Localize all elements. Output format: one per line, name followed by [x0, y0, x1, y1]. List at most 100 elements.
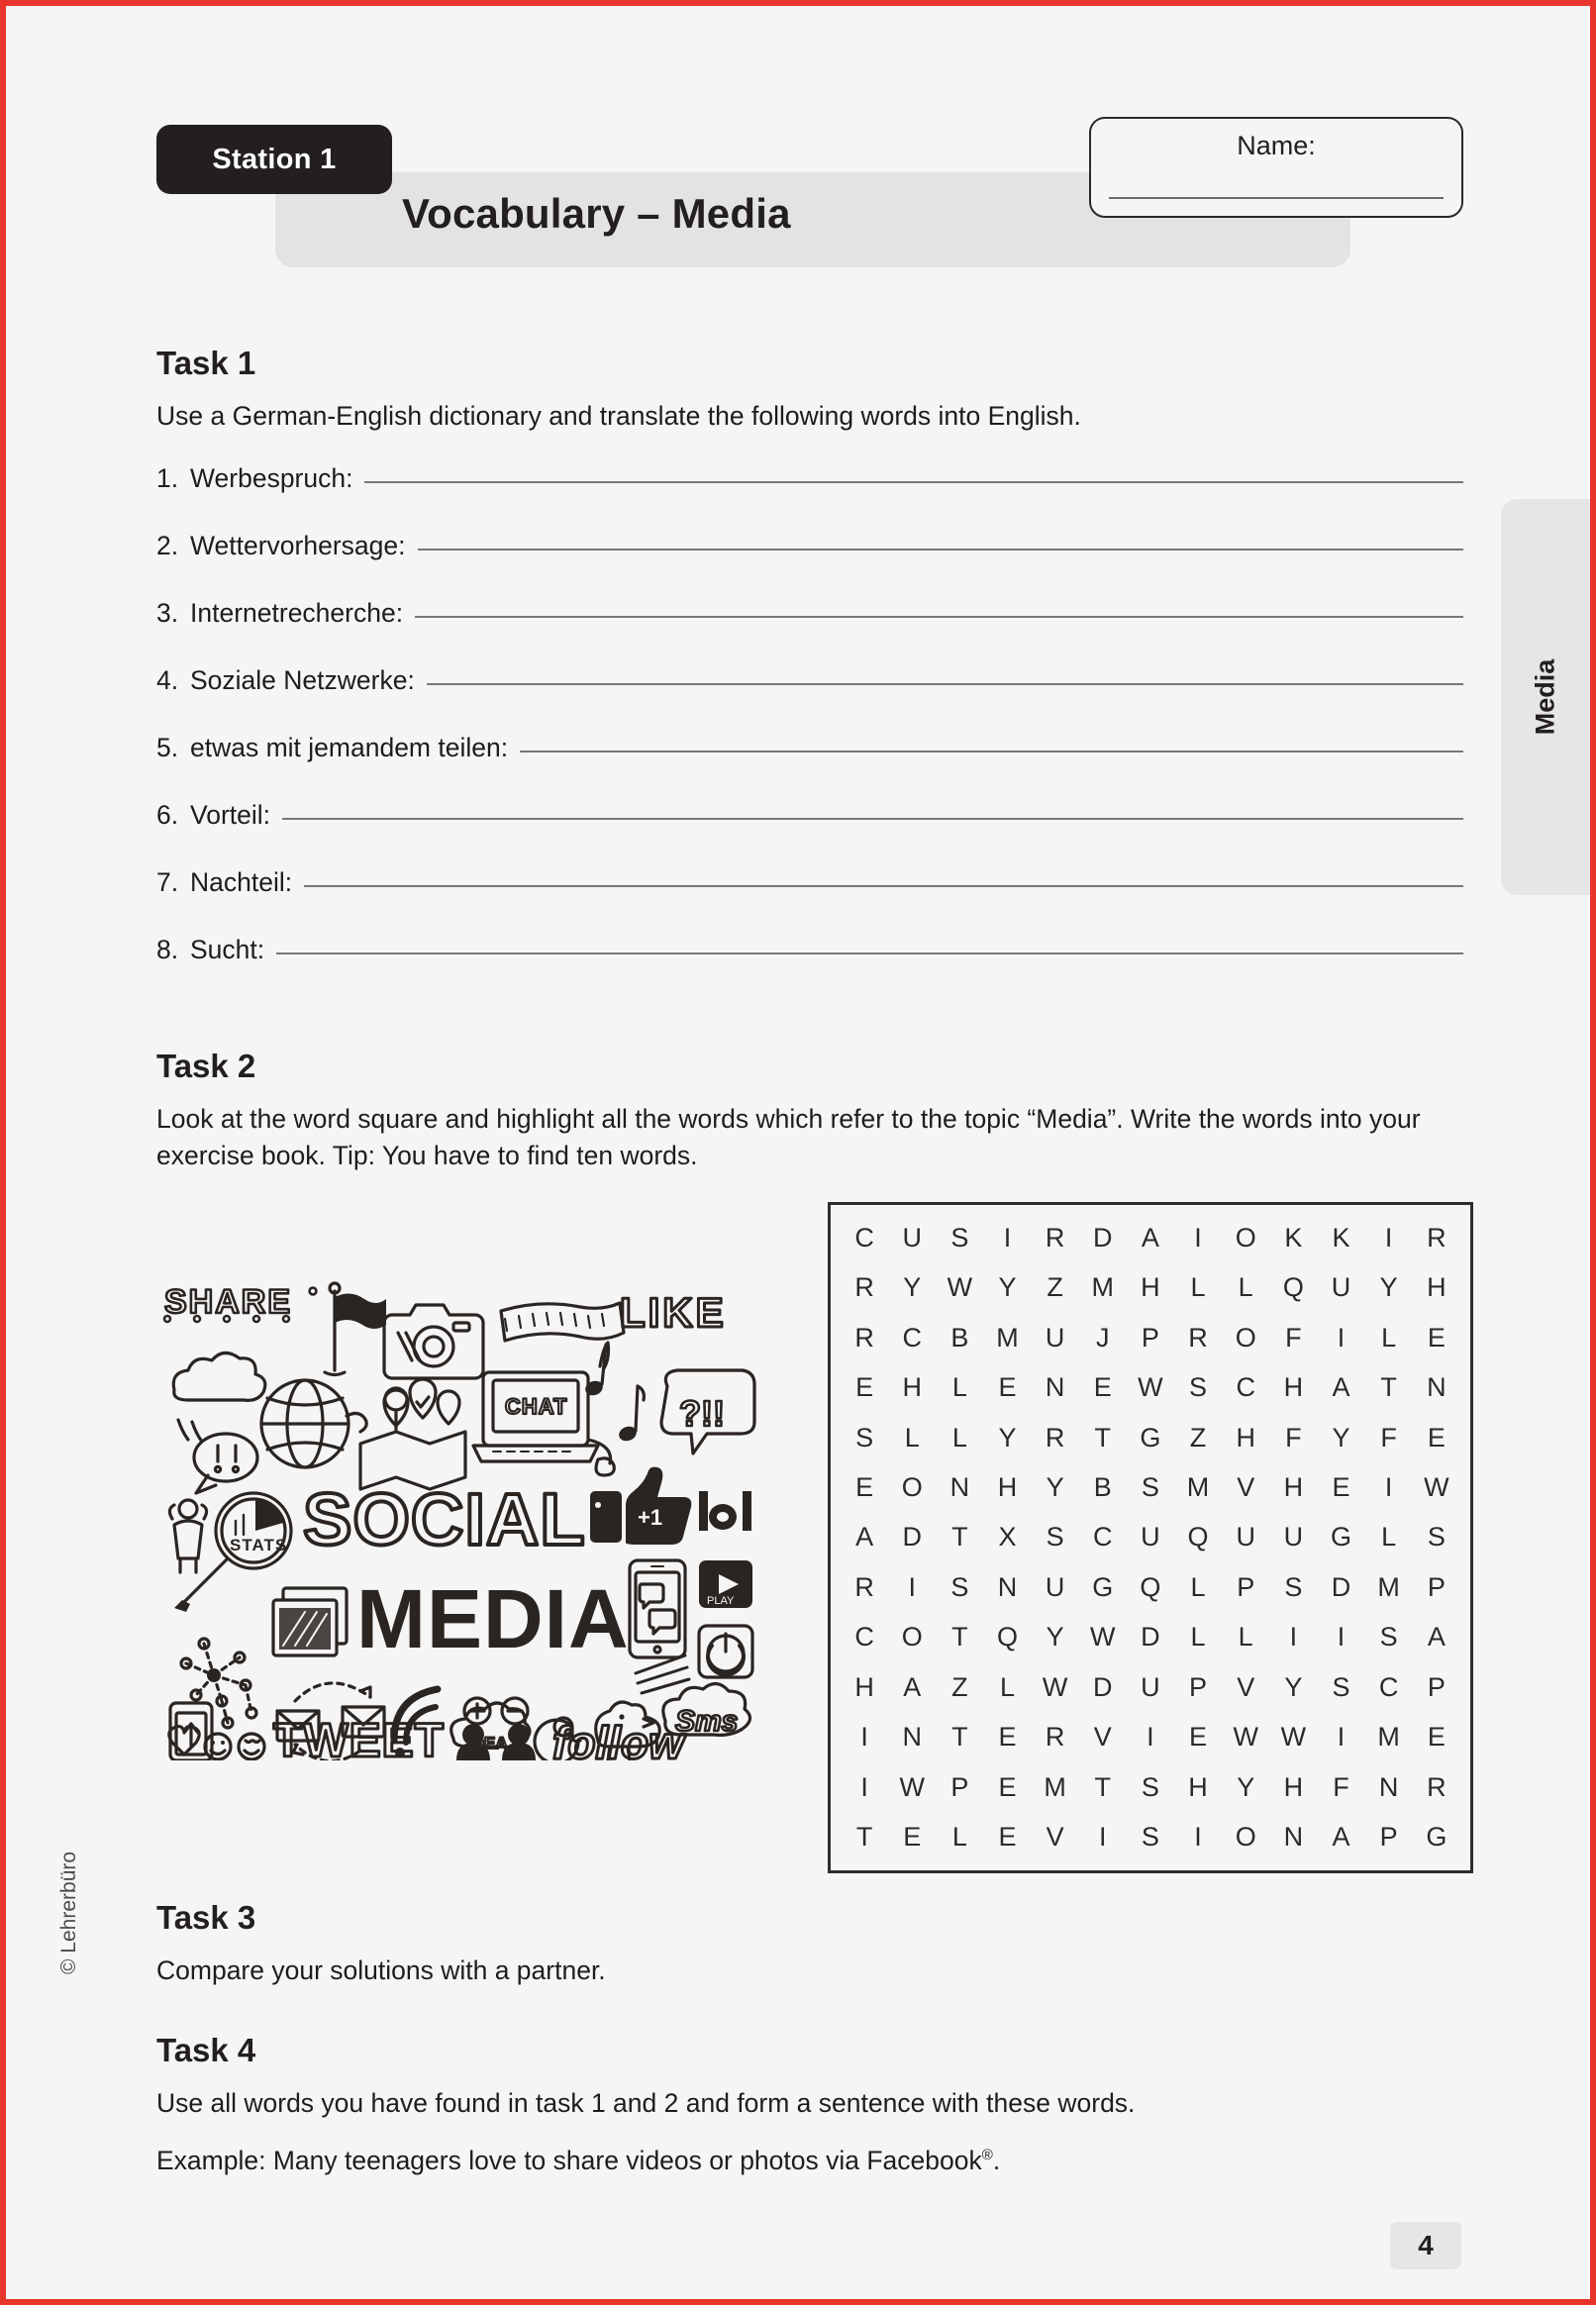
word-search-cell[interactable]: R	[841, 1262, 888, 1312]
word-search-cell[interactable]: W	[936, 1262, 983, 1312]
word-search-cell[interactable]: S	[1269, 1562, 1317, 1612]
word-search-cell[interactable]: V	[1032, 1812, 1079, 1862]
word-search-cell[interactable]: E	[1413, 1713, 1460, 1762]
word-search-cell[interactable]: Y	[1317, 1413, 1364, 1462]
word-search-cell[interactable]: S	[1127, 1462, 1174, 1512]
word-search-cell[interactable]: L	[888, 1413, 936, 1462]
word-search-cell[interactable]: D	[1079, 1662, 1127, 1712]
word-search-cell[interactable]: Z	[1032, 1262, 1079, 1312]
word-search-cell[interactable]: C	[841, 1613, 888, 1662]
word-search-cell[interactable]: L	[1174, 1262, 1222, 1312]
word-search-cell[interactable]: S	[936, 1213, 983, 1262]
word-search-cell[interactable]: M	[1365, 1562, 1413, 1612]
word-search-cell[interactable]: M	[983, 1313, 1031, 1362]
word-search-cell[interactable]: P	[936, 1762, 983, 1812]
word-search-cell[interactable]: B	[1079, 1462, 1127, 1512]
word-search-cell[interactable]: N	[1269, 1812, 1317, 1862]
word-search-cell[interactable]: G	[1317, 1513, 1364, 1562]
word-search-cell[interactable]: R	[1174, 1313, 1222, 1362]
word-search-cell[interactable]: H	[888, 1362, 936, 1412]
word-search-cell[interactable]: N	[888, 1713, 936, 1762]
word-search-cell[interactable]: P	[1413, 1562, 1460, 1612]
word-search-cell[interactable]: I	[841, 1713, 888, 1762]
word-search-cell[interactable]: U	[1317, 1262, 1364, 1312]
word-search-cell[interactable]: U	[1222, 1513, 1269, 1562]
word-search-cell[interactable]: T	[936, 1713, 983, 1762]
word-search-cell[interactable]: W	[1413, 1462, 1460, 1512]
word-search-cell[interactable]: O	[888, 1462, 936, 1512]
word-search-cell[interactable]: H	[1269, 1462, 1317, 1512]
word-search-cell[interactable]: I	[1269, 1613, 1317, 1662]
word-search-cell[interactable]: N	[1032, 1362, 1079, 1412]
word-search-cell[interactable]: S	[1365, 1613, 1413, 1662]
word-search-cell[interactable]: R	[841, 1313, 888, 1362]
word-search-cell[interactable]: S	[1413, 1513, 1460, 1562]
word-search-cell[interactable]: H	[1174, 1762, 1222, 1812]
word-search-cell[interactable]: W	[1032, 1662, 1079, 1712]
word-search-cell[interactable]: E	[1317, 1462, 1364, 1512]
word-search-cell[interactable]: N	[1413, 1362, 1460, 1412]
word-search-cell[interactable]: H	[1413, 1262, 1460, 1312]
vocab-answer-line[interactable]	[426, 683, 1463, 685]
word-search-cell[interactable]: E	[888, 1812, 936, 1862]
vocab-answer-line[interactable]	[417, 549, 1463, 551]
word-search-cell[interactable]: M	[1174, 1462, 1222, 1512]
word-search-cell[interactable]: W	[1079, 1613, 1127, 1662]
word-search-cell[interactable]: F	[1269, 1413, 1317, 1462]
word-search-cell[interactable]: Y	[983, 1262, 1031, 1312]
word-search-cell[interactable]: V	[1222, 1662, 1269, 1712]
word-search-cell[interactable]: S	[1127, 1812, 1174, 1862]
word-search-cell[interactable]: L	[1222, 1262, 1269, 1312]
word-search-cell[interactable]: V	[1079, 1713, 1127, 1762]
word-search-cell[interactable]: C	[841, 1213, 888, 1262]
word-search-cell[interactable]: U	[1269, 1513, 1317, 1562]
word-search-cell[interactable]: Y	[1222, 1762, 1269, 1812]
word-search-cell[interactable]: I	[888, 1562, 936, 1612]
word-search-cell[interactable]: C	[888, 1313, 936, 1362]
word-search-cell[interactable]: E	[983, 1713, 1031, 1762]
word-search-cell[interactable]: T	[1079, 1413, 1127, 1462]
word-search-cell[interactable]: Q	[1127, 1562, 1174, 1612]
word-search-cell[interactable]: N	[1365, 1762, 1413, 1812]
word-search-cell[interactable]: U	[888, 1213, 936, 1262]
word-search-cell[interactable]: Y	[983, 1413, 1031, 1462]
word-search-cell[interactable]: L	[936, 1362, 983, 1412]
word-search-cell[interactable]: I	[1365, 1213, 1413, 1262]
word-search-cell[interactable]: S	[841, 1413, 888, 1462]
word-search-cell[interactable]: A	[841, 1513, 888, 1562]
word-search-cell[interactable]: I	[1174, 1213, 1222, 1262]
word-search-cell[interactable]: E	[1413, 1313, 1460, 1362]
word-search-cell[interactable]: Y	[1269, 1662, 1317, 1712]
word-search-cell[interactable]: E	[841, 1362, 888, 1412]
word-search-cell[interactable]: R	[1413, 1213, 1460, 1262]
word-search-cell[interactable]: S	[1317, 1662, 1364, 1712]
word-search-cell[interactable]: L	[1174, 1562, 1222, 1612]
word-search-cell[interactable]: O	[1222, 1313, 1269, 1362]
word-search-cell[interactable]: P	[1413, 1662, 1460, 1712]
word-search-cell[interactable]: N	[936, 1462, 983, 1512]
word-search-cell[interactable]: S	[936, 1562, 983, 1612]
word-search-cell[interactable]: H	[1222, 1413, 1269, 1462]
word-search-cell[interactable]: Q	[1269, 1262, 1317, 1312]
word-search-cell[interactable]: T	[936, 1513, 983, 1562]
word-search-cell[interactable]: D	[1079, 1213, 1127, 1262]
word-search-cell[interactable]: I	[1079, 1812, 1127, 1862]
word-search-cell[interactable]: I	[841, 1762, 888, 1812]
word-search-cell[interactable]: Z	[936, 1662, 983, 1712]
vocab-answer-line[interactable]	[282, 818, 1463, 820]
word-search-cell[interactable]: E	[841, 1462, 888, 1512]
word-search-cell[interactable]: T	[1079, 1762, 1127, 1812]
word-search-cell[interactable]: I	[1174, 1812, 1222, 1862]
word-search-cell[interactable]: R	[841, 1562, 888, 1612]
word-search-cell[interactable]: H	[841, 1662, 888, 1712]
word-search-grid[interactable]: CUSIRDAIOKKIRRYWYZMHLLQUYHRCBMUJPROFILEE…	[828, 1202, 1473, 1873]
word-search-cell[interactable]: O	[1222, 1812, 1269, 1862]
word-search-cell[interactable]: O	[888, 1613, 936, 1662]
word-search-cell[interactable]: H	[1127, 1262, 1174, 1312]
vocab-answer-line[interactable]	[520, 751, 1463, 752]
word-search-cell[interactable]: N	[983, 1562, 1031, 1612]
vocab-answer-line[interactable]	[304, 885, 1463, 887]
word-search-cell[interactable]: Q	[1174, 1513, 1222, 1562]
word-search-cell[interactable]: Y	[1032, 1462, 1079, 1512]
word-search-cell[interactable]: H	[1269, 1762, 1317, 1812]
